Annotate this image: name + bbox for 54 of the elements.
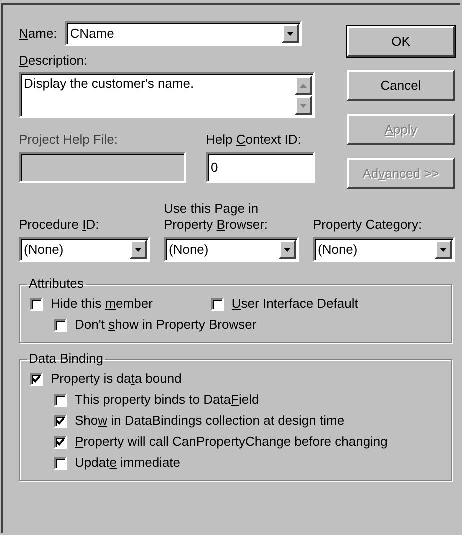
dropdown-button[interactable] [282, 24, 300, 43]
combo-value: (None) [24, 242, 64, 257]
combo-value: (None) [318, 242, 358, 257]
checkbox[interactable] [54, 436, 67, 448]
dialog-button[interactable]: OK [347, 26, 455, 57]
dropdown-button[interactable] [130, 240, 147, 259]
checkbox[interactable] [54, 318, 67, 332]
description-text: Display the customer's name. [24, 76, 194, 93]
check-icon [56, 438, 65, 446]
label: Don't show in Property Browser [75, 317, 257, 333]
check-icon [56, 416, 65, 426]
group-title: Attributes [28, 276, 85, 292]
caret-icon [440, 248, 447, 252]
check-icon [32, 374, 41, 384]
checkbox[interactable] [54, 414, 67, 428]
checkbox[interactable] [54, 456, 67, 470]
context-id-field[interactable]: 0 [206, 152, 315, 183]
checkbox[interactable] [30, 372, 43, 386]
dropdown-button[interactable] [435, 240, 452, 259]
caret-up-icon [300, 84, 307, 88]
label: Property Browser: [164, 217, 270, 233]
scroll-up-button[interactable] [295, 76, 312, 95]
label: Property will call CanPropertyChange before changing [75, 434, 388, 450]
caret-icon [284, 248, 291, 252]
group-title: Data Binding [28, 351, 104, 367]
combo-value: CName [70, 26, 114, 41]
label: Name: [19, 26, 58, 42]
scroll-down-button[interactable] [295, 96, 312, 115]
label: This property binds to DataField [75, 392, 260, 408]
caret-icon [287, 32, 294, 36]
label: Procedure ID: [19, 217, 100, 233]
caret-icon [135, 248, 142, 252]
combo-box[interactable]: (None) [313, 237, 455, 262]
label: Update immediate [75, 455, 181, 471]
name-combo[interactable]: CName [65, 21, 302, 46]
description-field[interactable]: Display the customer's name. [19, 72, 315, 118]
checkbox[interactable] [210, 298, 224, 310]
combo-value: (None) [169, 242, 209, 257]
label: Property is data bound [51, 371, 182, 387]
dropdown-button[interactable] [279, 240, 296, 259]
label: User Interface Default [232, 296, 358, 312]
label: Use this Page in [164, 201, 260, 217]
combo-box[interactable]: (None) [164, 237, 299, 262]
label: Help Context ID: [206, 132, 302, 148]
checkbox[interactable] [30, 298, 43, 310]
label: Property Category: [313, 217, 424, 233]
dialog-button[interactable]: Cancel [347, 70, 455, 101]
combo-box[interactable]: (None) [19, 237, 150, 262]
label: Description: [19, 53, 89, 69]
label: Hide this member [51, 296, 153, 312]
caret-icon [300, 104, 307, 108]
checkbox[interactable] [54, 394, 67, 406]
label: Project Help File: [19, 132, 119, 148]
label: Show in DataBindings collection at design time [75, 413, 345, 429]
